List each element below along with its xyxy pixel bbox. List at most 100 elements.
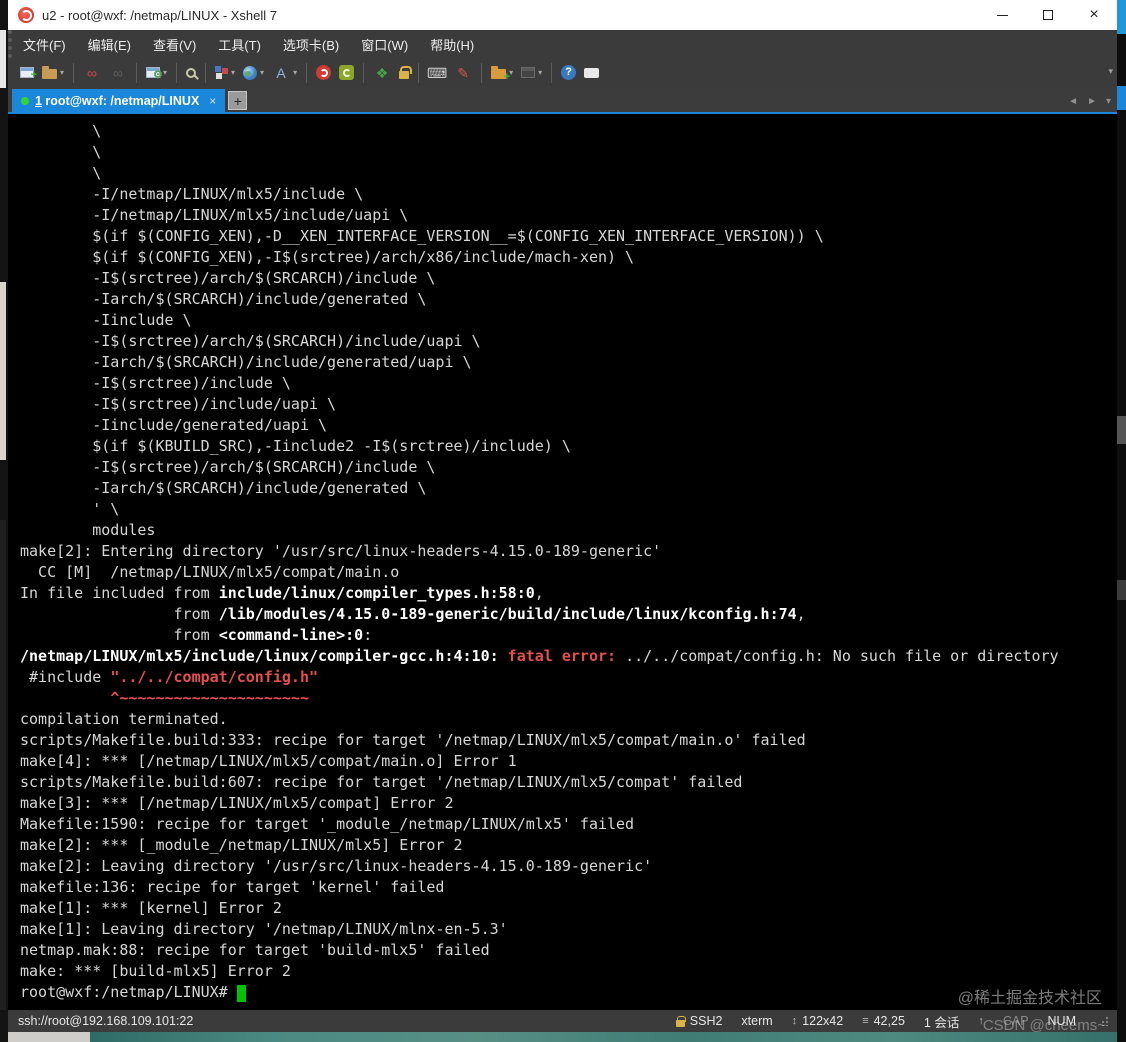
terminal-line: scripts/Makefile.build:333: recipe for t… (20, 731, 806, 749)
status-protocol: SSH2 (675, 1014, 722, 1028)
terminal-line: /netmap/LINUX/mlx5/include/linux/compile… (20, 647, 1059, 665)
toolbar-separator (551, 62, 553, 83)
terminal-line: -I/netmap/LINUX/mlx5/include \ (20, 185, 364, 203)
terminal-line: -Iinclude/generated/uapi \ (20, 416, 328, 434)
open-session-icon (42, 66, 57, 79)
feedback-chat-icon (584, 68, 600, 78)
lock-screen-button[interactable] (395, 61, 413, 85)
compose-pen-icon: ✎ (457, 64, 469, 81)
help-button[interactable]: ? (557, 61, 580, 85)
terminal-line: -I$(srctree)/include/uapi \ (20, 395, 337, 413)
font-button[interactable]: A ▾ (268, 61, 301, 85)
fullscreen-button[interactable]: ❖ (369, 61, 395, 85)
virtual-keyboard-button[interactable]: ⌨ (424, 61, 450, 85)
font-dropdown-icon[interactable]: ▾ (293, 68, 297, 77)
toolbar-separator (481, 62, 483, 83)
terminal-line: $(if $(CONFIG_XEN),-D__XEN_INTERFACE_VER… (20, 227, 824, 245)
menu-item-2[interactable]: 查看(V) (142, 30, 207, 58)
file-transfer-overlay-icon: + (503, 71, 511, 83)
terminal-screen[interactable]: \ \ \ -I/netmap/LINUX/mlx5/include \ -I/… (8, 114, 1117, 1010)
compose-pen-button[interactable]: ✎ (450, 61, 476, 85)
color-scheme-button[interactable]: ▾ (211, 61, 239, 85)
terminal-line: make[4]: *** [/netmap/LINUX/mlx5/compat/… (20, 752, 517, 770)
file-transfer-button[interactable]: + ▾ (487, 61, 517, 85)
terminal-line: -Iarch/$(SRCARCH)/include/generated \ (20, 479, 427, 497)
web-browser-dropdown-icon[interactable]: ▾ (260, 68, 264, 77)
transfer-disabled-dropdown-icon[interactable]: ▾ (538, 68, 542, 77)
minimize-button[interactable] (979, 0, 1025, 30)
terminal-line: #include "../../compat/config.h" (20, 668, 319, 686)
cursor-position-icon: ≡ (862, 1015, 869, 1027)
terminal-line: $(if $(KBUILD_SRC),-Iinclude2 -I$(srctre… (20, 437, 571, 455)
menu-item-0[interactable]: 文件(F) (12, 30, 77, 58)
maximize-button[interactable] (1025, 0, 1071, 30)
terminal-line: scripts/Makefile.build:607: recipe for t… (20, 773, 743, 791)
open-session-button[interactable]: ▾ (38, 61, 68, 85)
find-button[interactable] (182, 61, 200, 85)
fullscreen-icon: ❖ (375, 64, 389, 81)
open-session-dropdown-icon[interactable]: ▾ (60, 68, 64, 77)
toolbar-overflow-icon[interactable]: ▾ (1108, 66, 1113, 77)
xshell-app-button[interactable] (312, 61, 335, 85)
toolbar-separator (363, 62, 365, 83)
terminal-line: Makefile:1590: recipe for target '_modul… (20, 815, 635, 833)
tab-scroll-right-icon[interactable]: ► (1087, 96, 1097, 107)
disconnect-icon: ∞ (113, 64, 123, 81)
tab-close-icon[interactable]: × (209, 94, 216, 108)
status-terminal-type: xterm (741, 1014, 773, 1028)
menu-item-3[interactable]: 工具(T) (207, 30, 272, 58)
terminal-line: from <command-line>:0: (20, 626, 373, 644)
title-bar: u2 - root@wxf: /netmap/LINUX - Xshell 7 … (8, 0, 1117, 30)
terminal-line: root@wxf:/netmap/LINUX# (20, 982, 1117, 1003)
menu-item-6[interactable]: 帮助(H) (419, 30, 485, 58)
terminal-line: makefile:136: recipe for target 'kernel'… (20, 878, 445, 896)
web-browser-icon (243, 65, 258, 80)
terminal-line: -Iarch/$(SRCARCH)/include/generated/uapi… (20, 353, 472, 371)
terminal-line: -I$(srctree)/arch/$(SRCARCH)/include/uap… (20, 332, 481, 350)
transfer-disabled-button[interactable]: ▾ (517, 61, 546, 85)
color-scheme-dropdown-icon[interactable]: ▾ (231, 68, 235, 77)
font-icon: A (276, 64, 286, 81)
background-window-right-sliver (1117, 0, 1126, 1042)
terminal-line: modules (20, 521, 156, 539)
terminal-line: ^~~~~~~~~~~~~~~~~~~~~~ (110, 689, 309, 707)
tab-number: 1 (35, 93, 42, 108)
terminal-line: from /lib/modules/4.15.0-189-generic/bui… (20, 605, 806, 623)
new-session-overlay-icon: + (30, 69, 37, 81)
menu-item-5[interactable]: 窗口(W) (350, 30, 419, 58)
disconnect-button[interactable]: ∞ (105, 61, 131, 85)
desktop-background-strip (8, 1032, 1117, 1042)
tab-list-dropdown-icon[interactable]: ▾ (1106, 96, 1111, 107)
terminal-line: ' \ (20, 500, 120, 518)
tab-scroll-left-icon[interactable]: ◄ (1068, 96, 1078, 107)
xftp-app-button[interactable] (335, 61, 358, 85)
terminal-line: netmap.mak:88: recipe for target 'build-… (20, 941, 490, 959)
session-properties-button[interactable]: ⚙ ▾ (142, 61, 171, 85)
minimize-icon (996, 14, 1008, 16)
tab-session-1[interactable]: 1 root@wxf: /netmap/LINUX × (12, 89, 226, 112)
ssh-lock-icon (675, 1015, 686, 1027)
session-properties-overlay-icon: ⚙ (153, 69, 164, 81)
close-button[interactable]: × (1071, 0, 1117, 30)
background-window-left-sliver (0, 0, 8, 1042)
file-transfer-icon: + (491, 66, 510, 83)
web-browser-button[interactable]: ▾ (239, 61, 268, 85)
new-tab-button[interactable]: + (228, 91, 248, 110)
terminal-line: -I/netmap/LINUX/mlx5/include/uapi \ (20, 206, 409, 224)
terminal-line: make: *** [build-mlx5] Error 2 (20, 962, 291, 980)
toolbar-separator (73, 62, 75, 83)
feedback-chat-button[interactable] (580, 61, 603, 85)
toolbar-separator (176, 62, 178, 83)
color-scheme-icon (215, 66, 229, 79)
toolbar: + ▾ ∞ ∞ ⚙ ▾ ▾ ▾ A ▾ ❖ ⌨ ✎ + ▾ ▾? ▾ (8, 58, 1117, 87)
terminal-line: \ (20, 122, 102, 140)
terminal-line: make[2]: *** [_module_/netmap/LINUX/mlx5… (20, 836, 463, 854)
session-properties-dropdown-icon[interactable]: ▾ (163, 68, 167, 77)
new-session-button[interactable]: + (16, 61, 38, 85)
reconnect-button[interactable]: ∞ (79, 61, 105, 85)
terminal-line: -Iinclude \ (20, 311, 192, 329)
window-title: u2 - root@wxf: /netmap/LINUX - Xshell 7 (42, 7, 278, 23)
terminal-line: make[2]: Entering directory '/usr/src/li… (20, 542, 662, 560)
menu-item-4[interactable]: 选项卡(B) (272, 30, 350, 58)
menu-item-1[interactable]: 编辑(E) (77, 30, 142, 58)
